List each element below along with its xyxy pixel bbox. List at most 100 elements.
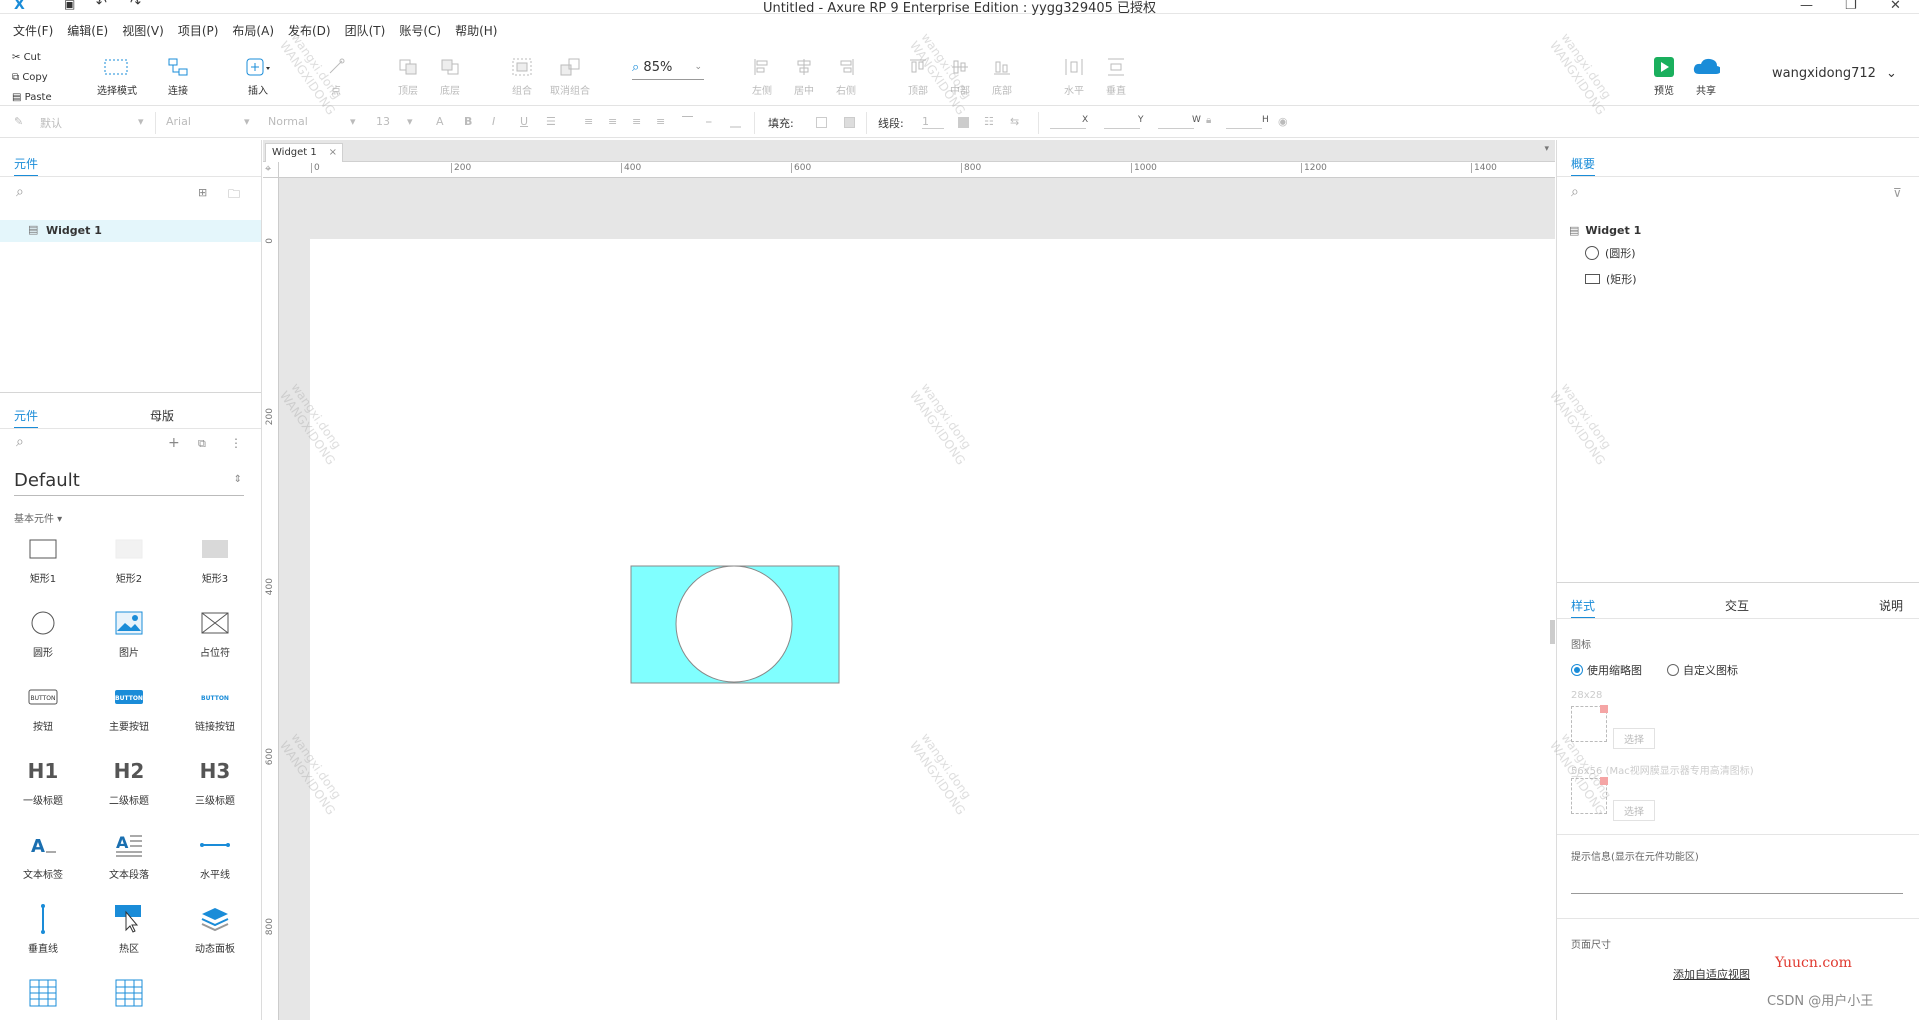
top-layer-button[interactable]: 顶层 [390,54,426,97]
tab-notes[interactable]: 说明 [1879,597,1903,617]
lock-icon[interactable]: 🔒︎ [1206,115,1211,126]
bullet-list-icon[interactable]: ☰ [546,115,556,128]
ungroup-button[interactable]: 取消组合 [546,54,594,97]
outline-item-circle[interactable]: (圆形) [1585,245,1636,261]
maximize-button[interactable]: ❐ [1845,0,1857,13]
point-button[interactable]: 点 [318,54,354,97]
share-button[interactable]: 共享 [1688,54,1724,97]
add-page-icon[interactable]: ⊞ [198,186,207,199]
align-text-right-icon[interactable]: ≡ [632,115,641,128]
add-adaptive-view-link[interactable]: 添加自适应视图 [1673,966,1750,982]
search-icon[interactable]: ⌕ [16,184,24,200]
visibility-eye-icon[interactable]: ◉ [1278,115,1288,128]
library-item-image[interactable]: 图片 [94,606,164,659]
tabs-dropdown-icon[interactable]: ▾ [1544,144,1549,154]
bottom-layer-button[interactable]: 底层 [432,54,468,97]
add-folder-icon[interactable]: 🗀︎ [228,185,240,206]
font-select[interactable]: Arial [166,115,191,128]
choose-icon-28-button[interactable]: 选择 [1613,728,1655,749]
justify-icon[interactable]: ≡ [656,115,665,128]
distribute-vertical-button[interactable]: 垂直 [1098,54,1134,97]
menu-layout[interactable]: 布局(A) [225,18,281,43]
group-button[interactable]: 组合 [504,54,540,97]
library-item-table[interactable] [8,976,78,1010]
align-left-button[interactable]: 左侧 [744,54,780,97]
stroke-color-swatch[interactable] [958,117,969,128]
menu-project[interactable]: 项目(P) [171,18,226,43]
align-text-left-icon[interactable]: ≡ [584,115,593,128]
radio-use-thumbnail[interactable]: 使用缩略图 [1571,662,1642,678]
connect-button[interactable]: 连接 [160,54,196,97]
tab-interactions[interactable]: 交互 [1725,597,1749,617]
choose-icon-56-button[interactable]: 选择 [1613,800,1655,821]
menu-team[interactable]: 团队(T) [338,18,393,43]
library-section-header[interactable]: 基本元件 ▾ [14,510,62,525]
y-input[interactable] [1104,115,1140,129]
menu-publish[interactable]: 发布(D) [281,18,338,43]
tab-outline[interactable]: 概要 [1571,155,1596,177]
close-button[interactable]: ✕ [1890,0,1901,13]
library-item-rect-outline[interactable]: 矩形1 [8,532,78,585]
font-color-icon[interactable]: A [436,115,444,128]
fill-image-swatch[interactable] [844,117,855,128]
library-item-text-paragraph[interactable]: A 文本段落 [94,828,164,881]
library-item-dynamic-panel[interactable]: 动态面板 [180,902,250,955]
menu-account[interactable]: 账号(C) [392,18,448,43]
outline-item-rectangle[interactable]: (矩形) [1585,271,1637,287]
valign-top-icon[interactable]: ⎺ [682,115,693,129]
circle-widget[interactable] [675,565,793,683]
library-item-text-label[interactable]: A 文本标签 [8,828,78,881]
user-account-menu[interactable]: wangxidong712 ⌄ [1772,66,1897,81]
stroke-width-input[interactable]: 1 [922,115,944,129]
paste-button[interactable]: ▤ Paste [12,88,52,108]
library-item-h1[interactable]: H1 一级标题 [8,754,78,807]
library-item-h3[interactable]: H3 三级标题 [180,754,250,807]
tab-masters[interactable]: 母版 [150,407,174,427]
align-right-button[interactable]: 右侧 [828,54,864,97]
cut-button[interactable]: ✂ Cut [12,48,52,68]
search-icon[interactable]: ⌕ [16,434,24,450]
stroke-pattern-icon[interactable]: ☷ [984,115,994,128]
library-item-rect-gray[interactable]: 矩形3 [180,532,250,585]
tab-pages[interactable]: 元件 [14,155,39,177]
preview-button[interactable]: 预览 [1646,54,1682,97]
arrow-style-icon[interactable]: ⇆ [1010,115,1019,128]
add-library-icon[interactable]: + [168,435,180,451]
menu-help[interactable]: 帮助(H) [448,18,504,43]
h-input[interactable] [1226,115,1262,129]
ruler-origin[interactable]: ⌖ [263,162,279,178]
copy-button[interactable]: ⧉ Copy [12,68,52,88]
underline-icon[interactable]: U [520,115,528,128]
x-input[interactable] [1050,115,1086,129]
search-icon[interactable]: ⌕ [1571,184,1579,200]
library-item-primary-button[interactable]: BUTTON 主要按钮 [94,680,164,733]
insert-button[interactable]: 插入 [240,54,276,97]
radio-custom-icon[interactable]: 自定义图标 [1667,662,1738,678]
valign-middle-icon[interactable]: ⎯ [706,115,712,129]
library-select[interactable]: Default ⇕ [14,470,244,496]
bold-icon[interactable]: B [464,115,472,128]
library-item-button[interactable]: BUTTON 按钮 [8,680,78,733]
align-text-center-icon[interactable]: ≡ [608,115,617,128]
align-top-button[interactable]: 顶部 [900,54,936,97]
outline-root[interactable]: ▤ Widget 1 [1569,224,1641,237]
menu-edit[interactable]: 编辑(E) [60,18,115,43]
close-tab-icon[interactable]: × [329,147,337,158]
minimize-button[interactable]: — [1800,0,1813,13]
align-bottom-button[interactable]: 底部 [984,54,1020,97]
more-vertical-icon[interactable]: ⋮ [230,436,242,450]
library-item-circle[interactable]: 圆形 [8,606,78,659]
fill-color-swatch[interactable] [816,117,827,128]
align-middle-button[interactable]: 中部 [942,54,978,97]
library-item-vline[interactable]: 垂直线 [8,902,78,955]
library-item-table[interactable] [94,976,164,1010]
zoom-control[interactable]: ⌕ 85% ⌄ [632,60,704,80]
library-item-hline[interactable]: 水平线 [180,828,250,881]
align-center-button[interactable]: 居中 [786,54,822,97]
select-mode-button[interactable]: 选择模式 [82,54,152,97]
menu-view[interactable]: 视图(V) [115,18,171,43]
vertical-scrollbar[interactable] [1550,620,1555,644]
style-select[interactable]: 默认 [40,115,62,131]
distribute-horizontal-button[interactable]: 水平 [1056,54,1092,97]
tab-widget-1[interactable]: Widget 1 × [265,143,343,162]
